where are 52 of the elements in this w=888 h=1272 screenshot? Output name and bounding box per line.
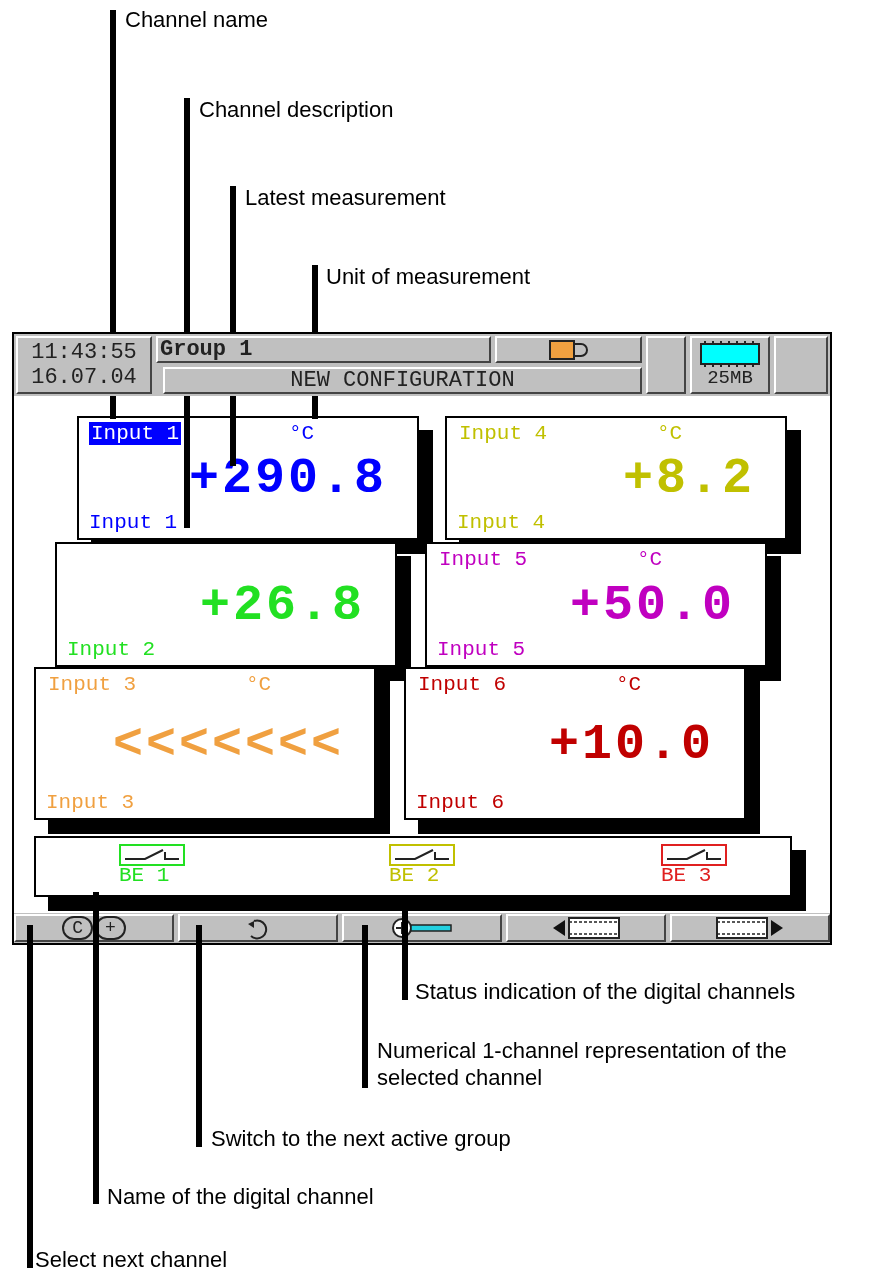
digital-channel-name: BE 2 [389, 866, 440, 886]
unit-text: °C [637, 547, 663, 571]
measurement-value: +8.2 [621, 449, 756, 509]
measurement-value: +26.8 [198, 575, 366, 636]
callout-label: Switch to the next active group [211, 1125, 511, 1152]
channel-description: Input 6 [416, 791, 506, 814]
memory-text: 25MB [707, 367, 753, 389]
right-triangle-icon [770, 919, 784, 937]
measurement-value: +50.0 [568, 575, 736, 636]
softkey-button[interactable] [178, 914, 338, 942]
film-strip-icon [716, 917, 768, 939]
callout-label: Channel description [199, 96, 394, 123]
channel-name: Input 3 [47, 672, 138, 696]
channel-description: Input 5 [437, 638, 527, 661]
unit-text: °C [246, 672, 272, 696]
callout-label: Select next channel [35, 1246, 228, 1272]
channel-name: Input 1 [89, 421, 182, 445]
channel-name: Input 6 [417, 672, 508, 696]
time-text: 11:43:55 [31, 340, 137, 365]
callout-label: Status indication of the digital channels [415, 978, 796, 1005]
measurement-value: +10.0 [547, 714, 715, 775]
channel-name: Input 5 [438, 547, 529, 571]
status-message: NEW CONFIGURATION [163, 367, 642, 394]
memory-chip-icon [699, 341, 761, 367]
callout-label: Numerical 1-channel representation of the selected channel [377, 1037, 788, 1091]
measurement-value: +290.8 [187, 449, 388, 509]
battery-icon [548, 339, 589, 360]
digital-channel-name: BE 3 [661, 866, 712, 886]
unit-text: °C [657, 421, 683, 445]
channel-description: Input 4 [457, 511, 547, 534]
unit-text: °C [616, 672, 642, 696]
callout-label: Channel name [125, 6, 269, 33]
key-label: C [62, 916, 93, 940]
callout-label: Unit of measurement [326, 263, 531, 290]
film-strip-icon [568, 917, 620, 939]
key-icon [390, 916, 454, 940]
channel-name: Input 4 [458, 421, 549, 445]
unit-text: °C [289, 421, 315, 445]
measurement-value: <<<<<<< [111, 714, 345, 775]
channel-description: Input 2 [67, 638, 157, 661]
callout-label: Name of the digital channel [107, 1183, 374, 1210]
group-title: Group 1 [156, 336, 491, 363]
softkey-button[interactable] [342, 914, 502, 942]
channel-description: Input 3 [46, 791, 136, 814]
softkey-button[interactable]: C + [14, 914, 174, 942]
softkey-button[interactable] [670, 914, 830, 942]
channel-description: Input 1 [89, 511, 179, 534]
left-triangle-icon [552, 919, 566, 937]
softkey-button[interactable] [506, 914, 666, 942]
date-text: 16.07.04 [31, 365, 137, 390]
digital-channel-name: BE 1 [119, 866, 170, 886]
callout-label: Latest measurement [245, 184, 446, 211]
